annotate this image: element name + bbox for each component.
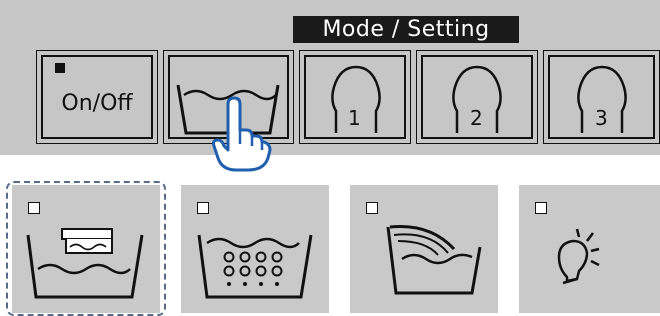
memory-1-number: 1: [348, 106, 361, 130]
person-2-icon: [452, 65, 502, 133]
memory-2-button[interactable]: 2: [416, 50, 538, 144]
focus-ring: [6, 181, 166, 316]
memory-3-number: 3: [595, 106, 608, 130]
light-bulb-icon: [557, 228, 600, 285]
tub-fill-icon: [386, 224, 482, 295]
bubble-bath-button[interactable]: [181, 185, 329, 313]
mode-setting-label: Mode / Setting: [293, 16, 519, 43]
hand-pointer-icon: [212, 96, 272, 172]
light-button[interactable]: [519, 185, 660, 313]
on-off-button[interactable]: On/Off: [36, 50, 158, 144]
on-off-label: On/Off: [61, 91, 133, 116]
memory-2-number: 2: [470, 106, 483, 130]
person-1-icon: [331, 65, 381, 133]
water-fill-button[interactable]: [350, 185, 498, 313]
tub-bubbles-icon: [197, 234, 313, 299]
memory-1-button[interactable]: 1: [299, 50, 411, 144]
power-indicator-led: [55, 63, 65, 73]
person-3-icon: [577, 65, 627, 133]
memory-3-button[interactable]: 3: [543, 50, 660, 144]
